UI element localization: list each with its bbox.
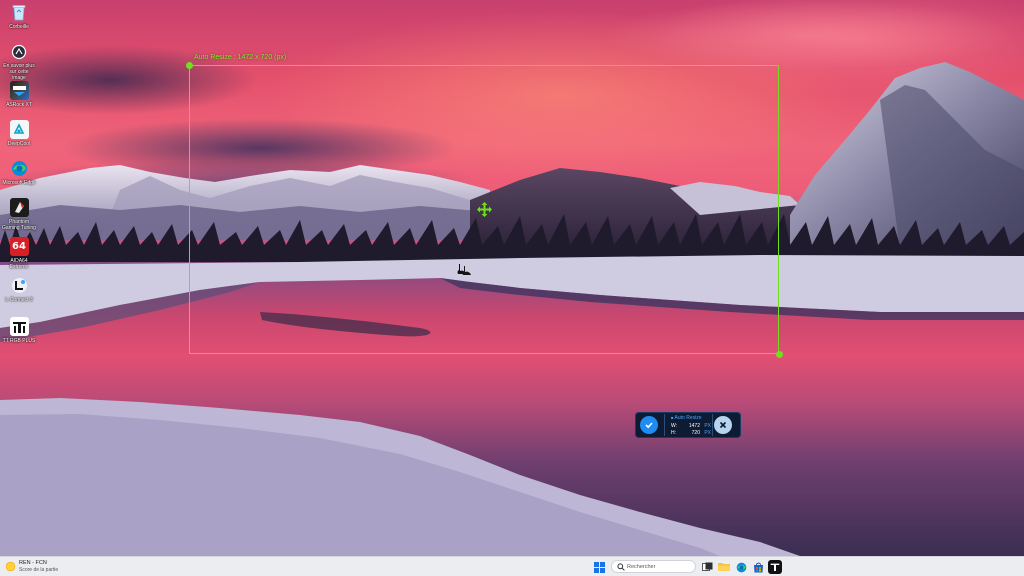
divider — [712, 414, 713, 436]
tt-rgb-taskbar-button[interactable] — [768, 560, 782, 574]
auto-resize-title: ■ Auto Resize — [671, 415, 702, 421]
edge-button[interactable] — [734, 560, 748, 574]
height-unit: PX — [704, 430, 711, 436]
capture-region-label: Auto Resize : 1472 x 720 (px) — [194, 54, 287, 61]
resize-handle-bottom-right[interactable] — [776, 351, 783, 358]
file-explorer-button[interactable] — [717, 560, 731, 574]
recycle-bin-icon — [10, 3, 29, 22]
height-label: H: — [671, 430, 676, 436]
edge-icon — [736, 562, 746, 572]
desktop-icon-label: Phantom Gaming Tuning — [2, 219, 36, 231]
desktop-icon-asrock[interactable]: ASRock XT — [2, 81, 36, 108]
widget-title: REN - FCN — [19, 560, 47, 566]
windows-start-icon — [593, 561, 605, 573]
confirm-button[interactable] — [640, 416, 658, 434]
task-view-button[interactable] — [700, 560, 714, 574]
desktop-icon-learn-more[interactable]: En savoir plus sur cette image — [2, 42, 36, 81]
store-button[interactable] — [751, 560, 765, 574]
lock-icon: ■ — [671, 415, 674, 420]
move-icon[interactable] — [477, 202, 492, 217]
height-value[interactable]: 720 — [692, 430, 700, 436]
desktop-icon-edge[interactable]: Microsoft Edge — [2, 159, 36, 186]
deepcool-icon — [9, 120, 29, 139]
info-icon — [10, 42, 29, 61]
tt-rgb-icon — [9, 317, 29, 336]
taskbar-search-box[interactable]: Rechercher — [611, 560, 696, 573]
desktop-icon-label: ASRock XT — [6, 102, 32, 108]
search-placeholder: Rechercher — [627, 563, 656, 570]
desktop-icon-aida64[interactable]: 64 AIDA64 Extreme — [2, 237, 36, 270]
desktop-icon-tt-rgb[interactable]: TT RGB PLUS — [2, 317, 36, 344]
desktop-icon-phantom-gaming[interactable]: Phantom Gaming Tuning — [2, 198, 36, 231]
desktop-icon-deepcool[interactable]: DeepCool — [2, 120, 36, 147]
desktop-icon-recycle-bin[interactable]: Corbeille — [2, 3, 36, 30]
taskbar: REN - FCN Score de la partie Rechercher — [0, 556, 1024, 576]
check-icon — [645, 422, 653, 429]
width-value[interactable]: 1472 — [689, 423, 700, 429]
widget-subtitle: Score de la partie — [19, 567, 59, 573]
asrock-icon — [9, 81, 29, 100]
phantom-gaming-icon — [9, 198, 29, 217]
resize-handle-top-left[interactable] — [186, 62, 193, 69]
desktop-icon-label: TT RGB PLUS — [2, 338, 36, 344]
auto-resize-panel: ■ Auto Resize W: 1472 PX H: 720 PX — [635, 412, 741, 438]
desktop-icon-label: Corbeille — [9, 24, 29, 30]
windows-start-button[interactable] — [592, 560, 606, 574]
store-icon — [753, 562, 763, 572]
cancel-button[interactable] — [714, 416, 732, 434]
desktop-icon-label: DeepCool — [7, 141, 31, 147]
desktop-icon-label: L-Connect 3 — [5, 297, 33, 303]
desktop-icon-label: En savoir plus sur cette image — [3, 63, 35, 81]
width-unit: PX — [704, 423, 711, 429]
aida64-icon: 64 — [9, 237, 29, 256]
task-view-icon — [701, 562, 712, 571]
tt-rgb-icon — [770, 563, 780, 571]
desktop-icon-label: Microsoft Edge — [2, 180, 36, 186]
lconnect-icon — [10, 276, 29, 295]
close-icon — [719, 421, 727, 429]
file-explorer-icon — [718, 563, 730, 571]
search-icon — [617, 563, 625, 571]
sun-icon — [5, 561, 16, 572]
desktop-icon-label: AIDA64 Extreme — [9, 258, 29, 270]
width-label: W: — [671, 423, 678, 429]
desktop-icon-lconnect[interactable]: L-Connect 3 — [2, 276, 36, 303]
divider — [664, 414, 665, 436]
edge-icon — [10, 159, 29, 178]
